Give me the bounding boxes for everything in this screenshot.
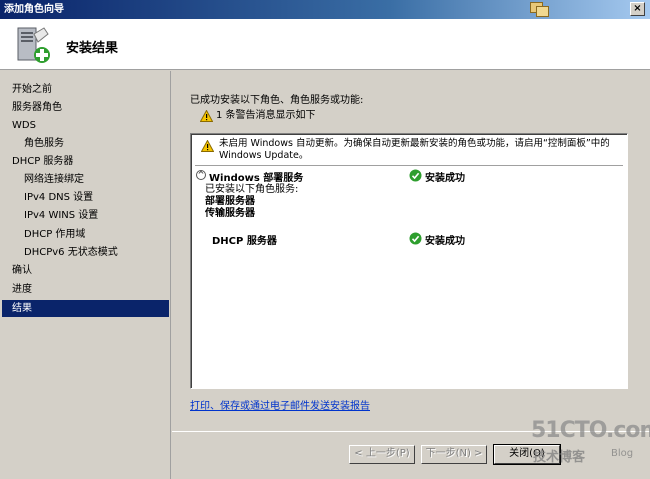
page-title: 安装结果 [66,41,119,56]
role-name: Windows 部署服务 [209,173,304,184]
nav-step-item[interactable]: 服务器角色 [2,99,169,116]
wizard-header: 安装结果 [0,19,650,70]
wizard-step-nav: 开始之前 服务器角色 WDS 角色服务 DHCP 服务器 网络连接绑定 IPv4 DNS 设… [0,71,171,479]
role-status-text: 安装成功 [425,173,465,184]
print-save-email-report-link[interactable]: 打印、保存或通过电子邮件发送安装报告 [190,397,370,412]
window-decoration-icon [530,2,554,18]
window-title: 添加角色向导 [4,4,64,15]
role-name: DHCP 服务器 [212,236,277,247]
collapse-icon[interactable]: ^ [196,170,206,180]
installation-results-panel[interactable]: 未启用 Windows 自动更新。为确保自动更新最新安装的角色或功能，请启用“控… [190,133,628,389]
services-heading: 已安装以下角色服务: [205,184,299,195]
nav-step-item[interactable]: WDS [2,117,169,134]
previous-button[interactable]: < 上一步(P) [349,445,415,464]
success-check-icon [409,232,422,245]
nav-step-item[interactable]: 网络连接绑定 [2,171,169,188]
result-intro-text: 已成功安装以下角色、角色服务或功能: [190,95,364,106]
divider [195,165,623,166]
server-wizard-icon [17,27,50,63]
nav-step-item[interactable]: DHCPv6 无状态模式 [2,244,169,261]
window-titlebar[interactable]: 添加角色向导 × [0,0,650,19]
next-button[interactable]: 下一步(N) > [421,445,487,464]
nav-step-item[interactable]: DHCP 作用域 [2,226,169,243]
warning-icon [200,110,213,122]
service-item: 传输服务器 [205,208,255,219]
service-item: 部署服务器 [205,196,255,207]
warning-message: 未启用 Windows 自动更新。为确保自动更新最新安装的角色或功能，请启用“控… [219,138,610,161]
nav-step-item[interactable]: DHCP 服务器 [2,153,169,170]
nav-step-item[interactable]: 进度 [2,281,169,298]
nav-step-item[interactable]: 开始之前 [2,81,169,98]
window-close-button[interactable]: × [630,2,645,16]
warning-summary-text: 1 条警告消息显示如下 [216,110,316,121]
success-check-icon [409,169,422,182]
nav-step-item[interactable]: 确认 [2,262,169,279]
nav-step-item[interactable]: 角色服务 [2,135,169,152]
button-divider [172,431,650,432]
role-status-text: 安装成功 [425,236,465,247]
warning-icon [201,140,214,152]
nav-step-item[interactable]: IPv4 DNS 设置 [2,189,169,206]
role-result-row: ^ Windows 部署服务 安装成功 [195,168,625,184]
nav-step-item[interactable]: 结果 [2,300,169,317]
close-button[interactable]: 关闭(O) [493,444,561,465]
role-result-row: DHCP 服务器 安装成功 [195,231,625,247]
nav-step-item[interactable]: IPv4 WINS 设置 [2,207,169,224]
wizard-content: 已成功安装以下角色、角色服务或功能: 1 条警告消息显示如下 未启用 Windo… [172,71,650,479]
installed-services: 已安装以下角色服务: 部署服务器 传输服务器 [205,184,298,220]
